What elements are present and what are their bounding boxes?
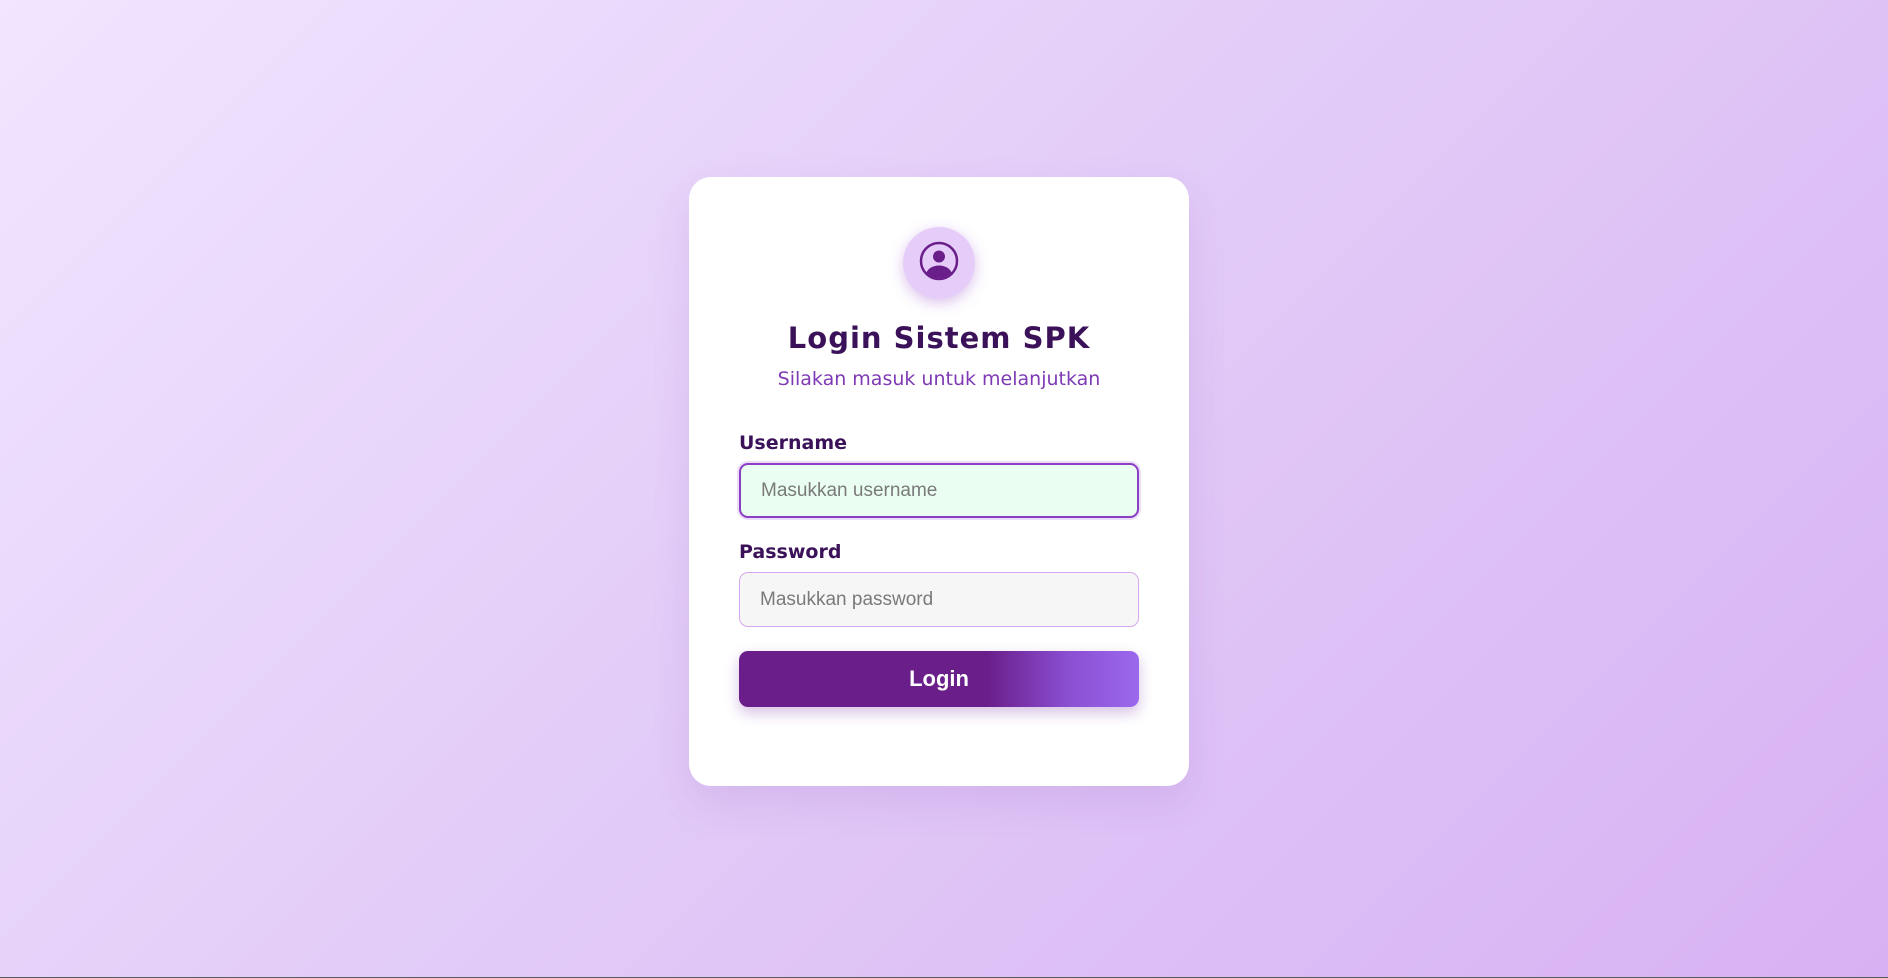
avatar (903, 227, 975, 299)
page-subtitle: Silakan masuk untuk melanjutkan (777, 368, 1101, 390)
login-card: Login Sistem SPK Silakan masuk untuk mel… (689, 177, 1189, 786)
page-title: Login Sistem SPK (787, 321, 1091, 355)
login-button[interactable]: Login (739, 651, 1139, 707)
username-label: Username (739, 432, 848, 454)
username-input[interactable] (739, 463, 1139, 518)
password-input[interactable] (739, 572, 1139, 627)
user-circle-icon (918, 240, 960, 286)
password-label: Password (739, 541, 842, 563)
